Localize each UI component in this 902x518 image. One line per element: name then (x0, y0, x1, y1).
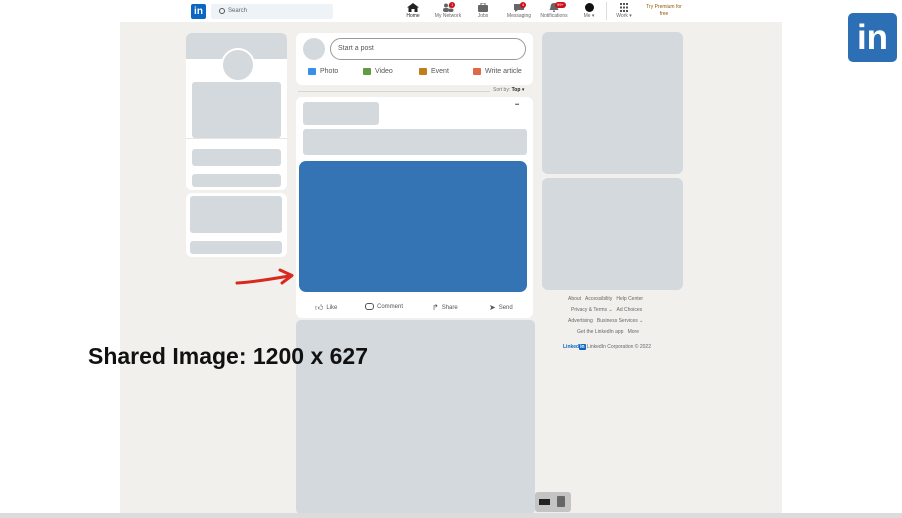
footer-link-advertising[interactable]: Advertising (568, 318, 593, 324)
footer-row-3: Advertising Business Services ⌄ (568, 318, 643, 324)
avatar (584, 3, 594, 12)
try-premium-link[interactable]: Try Premium for free (640, 4, 688, 18)
avatar (303, 38, 325, 60)
photo-button[interactable]: Photo (308, 68, 338, 75)
monitor-icon (539, 499, 550, 505)
chevron-down-icon: ⌄ (608, 307, 613, 313)
thumbs-up-icon: 👍︎ (315, 303, 324, 312)
event-button[interactable]: Event (419, 68, 449, 75)
article-icon (473, 68, 481, 75)
chevron-down-icon: ▾ (521, 87, 525, 93)
bell-icon: 99+ (548, 2, 566, 13)
bottom-strip (0, 513, 902, 518)
linkedin-logo: in (848, 13, 897, 62)
search-placeholder: Search (228, 8, 248, 14)
image-size-caption: Shared Image: 1200 x 627 (88, 343, 368, 369)
feed-divider (298, 91, 490, 92)
calendar-icon (419, 68, 427, 75)
chevron-down-icon: ▾ (591, 13, 595, 19)
grid-icon (618, 3, 630, 12)
like-button[interactable]: 👍︎ Like (315, 303, 337, 313)
nav-messaging[interactable]: 4 Messaging (503, 0, 535, 22)
chat-icon: 4 (513, 2, 527, 12)
photo-icon (308, 68, 316, 75)
share-button[interactable]: ↱ Share (432, 303, 458, 312)
search-icon (219, 8, 225, 14)
my-items-placeholder (192, 174, 281, 187)
post-author-placeholder (303, 102, 379, 125)
red-arrow-icon (235, 268, 294, 285)
send-button[interactable]: ➤ Send (489, 303, 513, 312)
post-text-placeholder (303, 129, 527, 155)
network-badge: 1 (449, 2, 456, 8)
footer-row-4: Get the LinkedIn app More (577, 329, 639, 335)
recent-placeholder (190, 196, 282, 233)
chevron-down-icon: ▾ (629, 13, 632, 19)
footer-copyright: Linkedin LinkedIn Corporation © 2022 (563, 344, 651, 350)
video-button[interactable]: Video (363, 68, 393, 75)
home-icon (407, 3, 419, 12)
profile-card (186, 33, 287, 190)
premium-placeholder (192, 149, 281, 166)
footer-row-2: Privacy & Terms ⌄ Ad Choices (571, 307, 642, 313)
top-nav: in Search Home 1 My Network Jobs 4 Messa… (0, 0, 902, 23)
chevron-down-icon: ⌄ (639, 318, 644, 324)
nav-home[interactable]: Home (396, 0, 430, 23)
footer-link-more[interactable]: More (628, 329, 639, 335)
notifications-badge: 99+ (555, 2, 566, 8)
trash-icon (557, 496, 565, 507)
footer-row-1: About Accessibility Help Center (568, 296, 643, 302)
comment-icon (365, 303, 374, 310)
nav-jobs[interactable]: Jobs (468, 0, 498, 22)
footer-link-help-center[interactable]: Help Center (616, 296, 643, 302)
shared-image[interactable] (299, 161, 527, 292)
nav-work[interactable]: Work ▾ (610, 0, 638, 22)
footer-link-get-app[interactable]: Get the LinkedIn app (577, 329, 623, 335)
feed-post: ••• (296, 97, 533, 318)
news-placeholder (542, 32, 683, 174)
nav-my-network[interactable]: 1 My Network (431, 0, 465, 22)
search-box[interactable]: Search (211, 4, 333, 19)
briefcase-icon (477, 2, 489, 12)
profile-stats-placeholder (192, 114, 281, 138)
nav-divider (606, 2, 607, 20)
divider (186, 138, 287, 139)
footer-link-ad-choices[interactable]: Ad Choices (617, 307, 643, 313)
sort-dropdown[interactable]: Sort by: Top ▾ (493, 87, 524, 93)
discover-more-placeholder (190, 241, 282, 254)
linkedin-logo[interactable]: in (191, 4, 206, 19)
floating-toolbar[interactable] (535, 492, 571, 512)
send-icon: ➤ (489, 303, 496, 312)
recent-groups-card (186, 193, 287, 257)
nav-notifications[interactable]: 99+ Notifications (536, 0, 572, 22)
video-icon (363, 68, 371, 75)
linkedin-wordmark: Linkedin (563, 344, 586, 350)
write-article-button[interactable]: Write article (473, 68, 522, 75)
footer-link-privacy-terms[interactable]: Privacy & Terms (571, 307, 607, 313)
comment-button[interactable]: Comment (365, 303, 403, 310)
avatar[interactable] (221, 48, 255, 82)
more-options-icon[interactable]: ••• (515, 102, 519, 108)
ad-placeholder (542, 178, 683, 290)
footer-link-business-services[interactable]: Business Services (597, 318, 638, 324)
messaging-badge: 4 (520, 2, 527, 8)
nav-me[interactable]: Me ▾ (578, 0, 600, 22)
footer-link-about[interactable]: About (568, 296, 581, 302)
start-post-input[interactable]: Start a post (330, 38, 526, 60)
footer-link-accessibility[interactable]: Accessibility (585, 296, 612, 302)
people-icon: 1 (442, 2, 456, 12)
post-composer: Start a post (296, 33, 533, 85)
share-arrow-icon: ↱ (432, 303, 439, 312)
